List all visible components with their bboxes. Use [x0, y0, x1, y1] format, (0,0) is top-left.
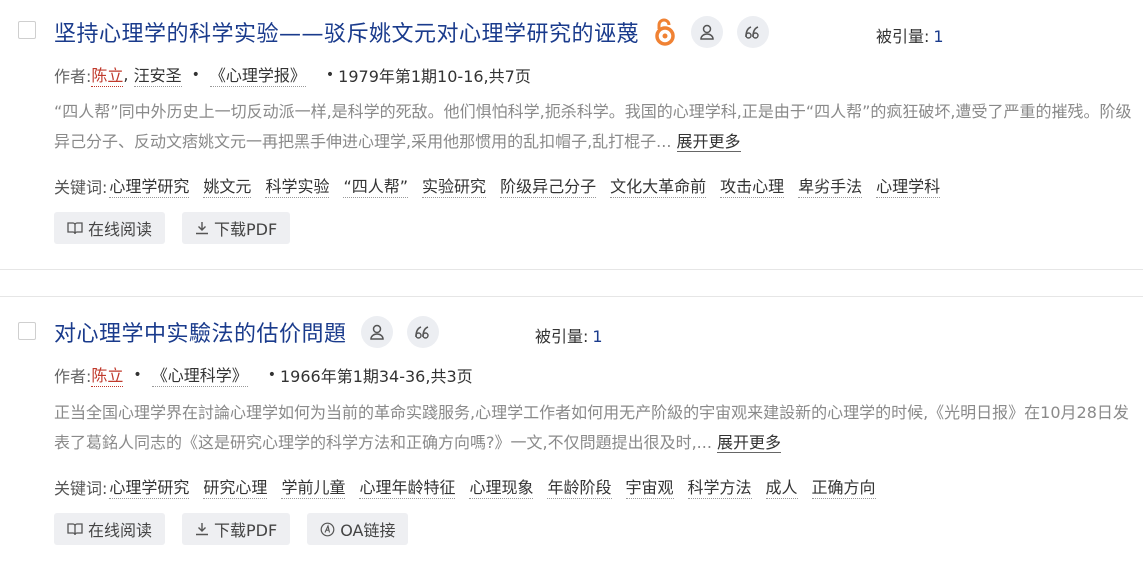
keyword-tag[interactable]: “四人帮” [343, 173, 409, 198]
author-link[interactable]: 陈立 [91, 362, 124, 387]
result-divider [0, 269, 1143, 270]
separator-dot: • [191, 66, 200, 83]
citation-number[interactable]: 1 [592, 327, 602, 346]
cite-button-2[interactable] [406, 316, 439, 348]
quote-icon [745, 26, 759, 39]
keyword-tag[interactable]: 正确方向 [811, 474, 876, 499]
open-access-icon [653, 17, 677, 47]
journal-link[interactable]: 《心理学报》 [209, 62, 306, 87]
keyword-tag[interactable]: 阶级异己分子 [500, 173, 597, 198]
author-link[interactable]: 陈立 [91, 62, 124, 87]
journal-link[interactable]: 《心理科学》 [151, 362, 248, 387]
action-buttons-2: 在线阅读 下载PDF OA链接 [54, 513, 425, 545]
keyword-tag[interactable]: 卑劣手法 [798, 173, 863, 198]
keywords-label: 关键词: [54, 177, 108, 197]
abstract-text: 正当全国心理学界在討論心理学如何为当前的革命实踐服务,心理学工作者如何用无产阶級… [54, 403, 1129, 452]
citation-label: 被引量: [535, 327, 589, 346]
keyword-tag[interactable]: 科学方法 [687, 474, 752, 499]
read-online-label: 在线阅读 [88, 220, 153, 239]
abstract-text: “四人帮”同中外历史上一切反动派一样,是科学的死敌。他们惧怕科学,扼杀科学。我国… [54, 102, 1132, 151]
download-pdf-button[interactable]: 下载PDF [182, 513, 291, 545]
expand-more-link[interactable]: 展开更多 [676, 132, 741, 152]
author-label: 作者: [54, 366, 92, 386]
keyword-tag[interactable]: 文化大革命前 [610, 173, 707, 198]
keyword-tag[interactable]: 心理学研究 [109, 474, 190, 499]
read-online-button[interactable]: 在线阅读 [54, 212, 166, 244]
action-buttons-1: 在线阅读 下载PDF [54, 212, 307, 244]
quote-icon [414, 326, 429, 339]
keyword-tag[interactable]: 学前儿童 [281, 474, 346, 499]
cite-button-1[interactable] [737, 16, 770, 48]
keyword-tag[interactable]: 年龄阶段 [547, 474, 612, 499]
author-icon [369, 324, 384, 340]
keyword-tag[interactable]: 实验研究 [422, 173, 487, 198]
result-title-row-1: 坚持心理学的科学实验——驳斥姚文元对心理学研究的诬蔑 [54, 16, 770, 48]
keywords-row-2: 关键词: 心理学研究 研究心理 学前儿童 心理年龄特征 心理现象 年龄阶段 宇宙… [54, 474, 890, 499]
separator-dot: • [325, 66, 335, 83]
citation-count-2: 被引量: 1 [535, 323, 603, 347]
book-icon [67, 222, 83, 235]
download-icon [196, 222, 209, 235]
result-meta-2: 作者: 陈立 • 《心理科学》 • 1966年第1期34-36,共3页 [54, 362, 473, 387]
keywords-row-1: 关键词: 心理学研究 姚文元 科学实验 “四人帮” 实验研究 阶级异己分子 文化… [54, 173, 954, 198]
author-info-button-1[interactable] [691, 16, 724, 48]
keyword-tag[interactable]: 研究心理 [203, 474, 268, 499]
keyword-tag[interactable]: 姚文元 [203, 173, 252, 198]
author-link[interactable]: 汪安圣 [133, 62, 182, 87]
separator-dot: • [267, 366, 276, 383]
keyword-tag[interactable]: 心理现象 [469, 474, 534, 499]
result-title-1[interactable]: 坚持心理学的科学实验——驳斥姚文元对心理学研究的诬蔑 [54, 16, 639, 48]
keyword-tag[interactable]: 心理年龄特征 [359, 474, 456, 499]
oa-link-label: OA链接 [340, 521, 396, 540]
book-icon [67, 523, 83, 536]
keyword-tag[interactable]: 攻击心理 [720, 173, 785, 198]
keyword-tag[interactable]: 科学实验 [265, 173, 330, 198]
download-pdf-label: 下载PDF [214, 220, 278, 239]
expand-more-link[interactable]: 展开更多 [717, 433, 782, 453]
read-online-label: 在线阅读 [88, 521, 153, 540]
result-title-row-2: 对心理学中实驗法的估价問題 [54, 316, 439, 348]
keywords-label: 关键词: [54, 478, 108, 498]
result-meta-1: 作者: 陈立 , 汪安圣 • 《心理学报》 • 1979年第1期10-16,共7… [54, 62, 531, 87]
oa-link-button[interactable]: OA链接 [307, 513, 409, 545]
author-icon [700, 24, 714, 40]
citation-number[interactable]: 1 [933, 27, 943, 46]
keyword-tag[interactable]: 心理学科 [876, 173, 941, 198]
keyword-tag[interactable]: 成人 [765, 474, 798, 499]
citation-count-1: 被引量: 1 [876, 23, 944, 47]
result-title-2[interactable]: 对心理学中实驗法的估价問題 [54, 316, 347, 348]
select-checkbox-1[interactable] [18, 21, 36, 39]
select-checkbox-2[interactable] [18, 322, 36, 340]
issue-info: 1966年第1期34-36,共3页 [279, 366, 473, 386]
result-abstract-1: “四人帮”同中外历史上一切反动派一样,是科学的死敌。他们惧怕科学,扼杀科学。我国… [54, 97, 1134, 157]
keyword-tag[interactable]: 心理学研究 [109, 173, 190, 198]
result-divider [0, 296, 1143, 297]
oa-link-icon [320, 522, 335, 536]
result-abstract-2: 正当全国心理学界在討論心理学如何为当前的革命实踐服务,心理学工作者如何用无产阶級… [54, 398, 1134, 458]
separator-dot: • [133, 366, 142, 383]
author-label: 作者: [54, 66, 92, 86]
issue-info: 1979年第1期10-16,共7页 [338, 66, 531, 86]
citation-label: 被引量: [876, 27, 930, 46]
author-info-button-2[interactable] [360, 316, 393, 348]
download-pdf-label: 下载PDF [214, 521, 278, 540]
download-icon [196, 523, 209, 536]
keyword-tag[interactable]: 宇宙观 [625, 474, 674, 499]
download-pdf-button[interactable]: 下载PDF [182, 212, 291, 244]
read-online-button[interactable]: 在线阅读 [54, 513, 166, 545]
